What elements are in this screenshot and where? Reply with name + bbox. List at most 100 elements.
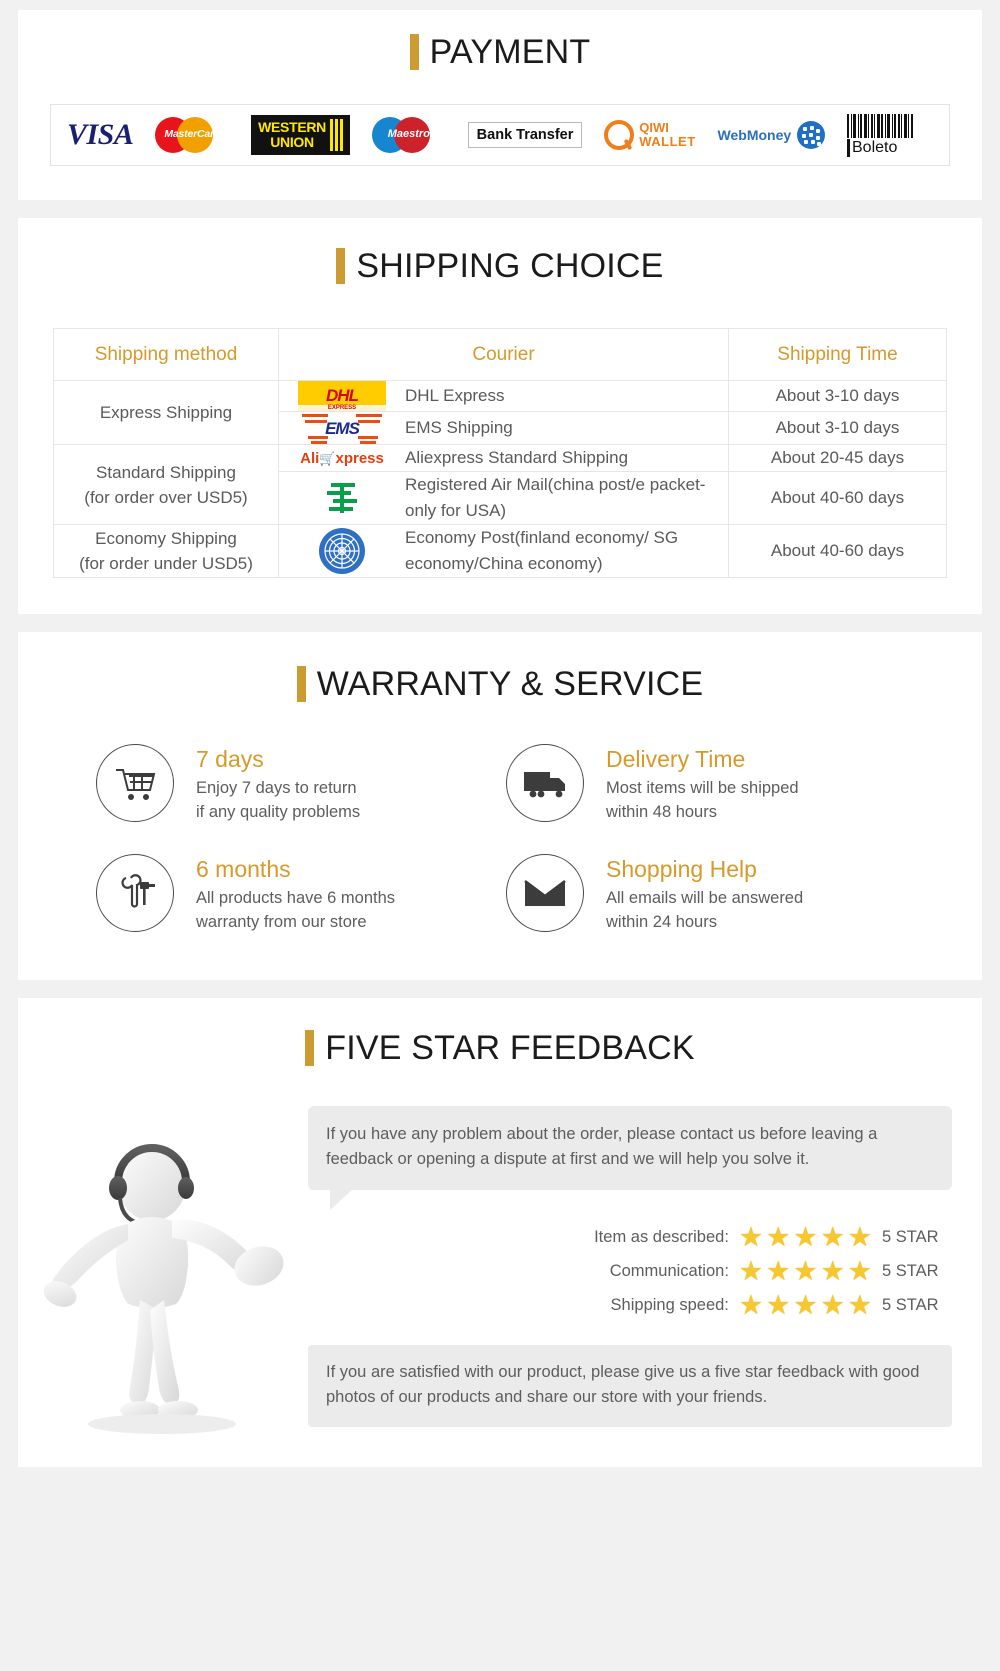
delivery-truck-icon <box>506 744 584 822</box>
un-globe-logo <box>279 527 405 575</box>
warranty-item-line2: within 24 hours <box>606 913 717 931</box>
star-rating: ★ ★ ★ ★ ★ <box>739 1292 872 1319</box>
courier-name: DHL Express <box>405 386 505 405</box>
tools-icon <box>96 854 174 932</box>
heading-accent-bar <box>296 666 306 702</box>
mastercard-logo: MasterCard <box>155 115 229 155</box>
payment-heading: PAYMENT <box>18 34 982 70</box>
qiwi-wallet-logo: QIWI WALLET <box>604 120 695 150</box>
rating-label: Item as described: <box>594 1228 729 1246</box>
star-icon: ★ <box>738 1256 764 1286</box>
courier-name: EMS Shipping <box>405 418 513 437</box>
courier-name: Aliexpress Standard Shipping <box>405 448 629 467</box>
product-description-page: PAYMENT VISA MasterCard WESTERN UNION Ma… <box>0 10 1000 1467</box>
star-icon: ★ <box>847 1256 872 1286</box>
cell-courier: EMS EMS Shipping <box>278 411 729 445</box>
webmoney-globe-icon <box>797 121 826 149</box>
cell-courier: Registered Air Mail(china post/e packet-… <box>278 471 729 525</box>
shopping-cart-icon <box>96 744 174 822</box>
cell-courier: Ali🛒xpress Aliexpress Standard Shipping <box>278 444 729 472</box>
warranty-item-line1: All emails will be answered <box>606 889 804 907</box>
courier-name: Economy Post(finland economy/ SG economy… <box>405 528 679 573</box>
cell-shipping-time: About 20-45 days <box>728 444 947 472</box>
feedback-body: If you have any problem about the order,… <box>18 1096 982 1434</box>
maestro-logo: Maestro <box>371 115 446 155</box>
warranty-item-heading: Delivery Time <box>606 746 746 772</box>
western-union-bars-icon <box>329 119 343 151</box>
qiwi-line2: WALLET <box>639 134 696 149</box>
feedback-heading: FIVE STAR FEEDBACK <box>18 1030 982 1066</box>
method-name: Standard Shipping <box>96 462 236 482</box>
rating-row-item-as-described: Item as described: ★ ★ ★ ★ ★ 5 STAR <box>308 1224 948 1251</box>
warranty-item-line1: Enjoy 7 days to return <box>196 779 357 797</box>
star-icon: ★ <box>738 1290 764 1320</box>
rating-row-shipping-speed: Shipping speed: ★ ★ ★ ★ ★ 5 STAR <box>308 1292 948 1319</box>
warranty-item-delivery: Delivery Time Most items will be shipped… <box>506 744 916 824</box>
china-post-glyph-icon <box>327 483 357 513</box>
qiwi-line1: QIWI <box>639 120 669 135</box>
heading-accent-bar <box>409 34 419 70</box>
shipping-section: SHIPPING CHOICE Shipping method Courier … <box>18 218 982 614</box>
feedback-content: If you have any problem about the order,… <box>308 1096 952 1427</box>
feedback-section: FIVE STAR FEEDBACK If you have any probl… <box>18 998 982 1467</box>
courier-name: Registered Air Mail(china post/e packet-… <box>405 475 706 520</box>
warranty-item-heading: 6 months <box>196 856 291 882</box>
header-shipping-method: Shipping method <box>53 328 279 381</box>
star-icon: ★ <box>766 1290 791 1320</box>
table-row: Economy Shipping (for order under USD5) <box>53 524 947 578</box>
warranty-item-heading: Shopping Help <box>606 856 757 882</box>
warranty-title: WARRANTY & SERVICE <box>316 665 704 703</box>
cell-shipping-time: About 40-60 days <box>728 524 947 578</box>
star-icon: ★ <box>793 1290 818 1320</box>
payment-methods-strip: VISA MasterCard WESTERN UNION Maestro Ba… <box>50 104 950 166</box>
payment-section: PAYMENT VISA MasterCard WESTERN UNION Ma… <box>18 10 982 200</box>
warranty-section: WARRANTY & SERVICE 7 days Enjoy 7 days t… <box>18 632 982 980</box>
feedback-title: FIVE STAR FEEDBACK <box>325 1029 695 1067</box>
feedback-notice-bubble: If you have any problem about the order,… <box>308 1106 952 1210</box>
heading-accent-bar <box>305 1030 315 1066</box>
payment-title: PAYMENT <box>429 33 591 71</box>
header-courier: Courier <box>278 328 729 381</box>
heading-accent-bar <box>336 248 346 284</box>
western-union-line2: UNION <box>270 134 314 150</box>
star-icon: ★ <box>793 1222 818 1252</box>
support-agent-illustration-icon <box>44 1144 284 1434</box>
warranty-item-line2: if any quality problems <box>196 803 361 821</box>
star-icon: ★ <box>766 1222 791 1252</box>
support-agent-figure <box>38 1096 308 1434</box>
boleto-logo: Boleto <box>847 113 933 157</box>
warranty-item-help: Shopping Help All emails will be answere… <box>506 854 916 934</box>
china-post-logo <box>279 478 405 518</box>
table-row: Standard Shipping (for order over USD5) … <box>53 444 947 525</box>
star-icon: ★ <box>766 1256 791 1286</box>
mastercard-label: MasterCard <box>164 128 221 140</box>
star-icon: ★ <box>820 1290 845 1320</box>
header-shipping-time: Shipping Time <box>728 328 947 381</box>
rating-value: 5 STAR <box>882 1262 939 1280</box>
western-union-line1: WESTERN <box>258 119 326 135</box>
star-icon: ★ <box>738 1222 764 1252</box>
maestro-label: Maestro <box>387 128 430 140</box>
rating-value: 5 STAR <box>882 1296 939 1314</box>
cell-shipping-time: About 3-10 days <box>728 380 947 412</box>
method-note: (for order under USD5) <box>79 554 253 573</box>
warranty-items-grid: 7 days Enjoy 7 days to return if any qua… <box>18 744 982 934</box>
shipping-heading: SHIPPING CHOICE <box>18 248 982 284</box>
feedback-closing-text: If you are satisfied with our product, p… <box>308 1345 952 1427</box>
barcode-icon <box>847 113 933 138</box>
cell-courier: Economy Post(finland economy/ SG economy… <box>278 524 729 578</box>
warranty-item-line1: Most items will be shipped <box>606 779 799 797</box>
shipping-table: Shipping method Courier Shipping Time Ex… <box>53 328 947 578</box>
shipping-title: SHIPPING CHOICE <box>356 247 664 285</box>
star-icon: ★ <box>847 1222 872 1252</box>
star-icon: ★ <box>847 1290 872 1320</box>
table-row: Express Shipping DHL EXPRESS DHL Express … <box>53 380 947 445</box>
cell-shipping-method: Express Shipping <box>53 380 279 445</box>
dhl-logo: DHL EXPRESS <box>279 381 405 411</box>
united-nations-globe-icon <box>319 528 365 574</box>
star-icon: ★ <box>820 1256 845 1286</box>
warranty-item-line1: All products have 6 months <box>196 889 396 907</box>
star-icon: ★ <box>820 1222 845 1252</box>
cell-shipping-time: About 3-10 days <box>728 411 947 445</box>
rating-label: Shipping speed: <box>610 1296 729 1314</box>
